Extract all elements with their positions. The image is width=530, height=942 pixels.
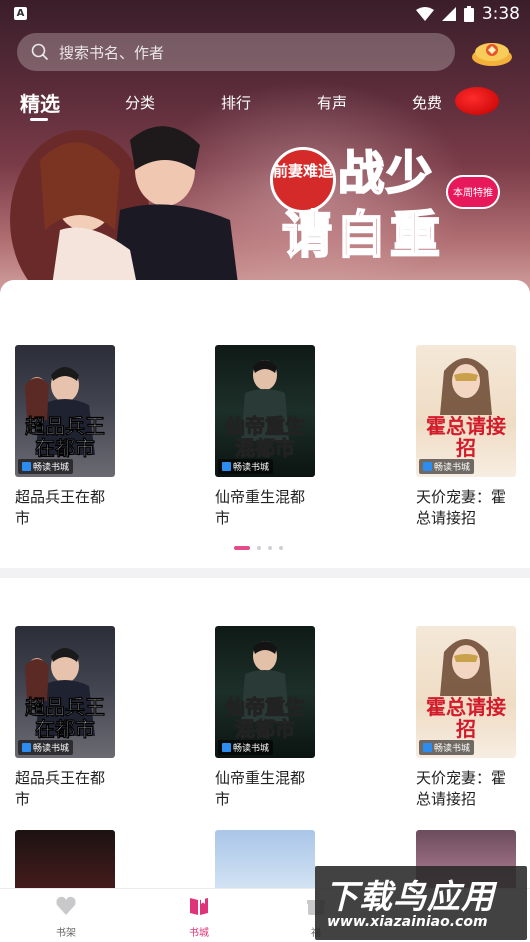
watermark-logo: 下载鸟应用 www.xiazainiao.com: [315, 866, 527, 940]
gift-coins-icon[interactable]: [470, 37, 514, 67]
search-input[interactable]: 搜索书名、作者: [17, 33, 455, 71]
search-placeholder: 搜索书名、作者: [59, 43, 165, 62]
heart-icon: [56, 896, 76, 915]
publisher-logo-icon: [22, 743, 31, 752]
cover-title: 超品兵王在都市: [25, 414, 106, 460]
book-cover[interactable]: 仙帝重生混都市 畅读书城: [215, 345, 315, 477]
publisher-badge: 畅读书城: [419, 459, 475, 474]
cover-title: 仙帝重生混都市: [225, 414, 306, 460]
tab-free[interactable]: 免费: [412, 92, 442, 113]
publisher-logo-icon: [423, 743, 432, 752]
tab-featured[interactable]: 精选: [20, 88, 60, 117]
book-title: 天价宠妻：霍总请接招: [416, 488, 507, 527]
cover-title: 仙帝重生混都市: [225, 695, 306, 741]
banner-couple-illustration: [10, 126, 240, 300]
nav-bookstore-label: 书城: [189, 928, 209, 939]
app-notification-icon: A: [14, 7, 27, 20]
publisher-badge: 畅读书城: [218, 740, 274, 755]
banner-title-line2: 请自重: [281, 204, 444, 265]
publisher-logo-icon: [222, 743, 231, 752]
publisher-logo-icon: [222, 462, 231, 471]
publisher-badge: 畅读书城: [218, 459, 274, 474]
book-title: 超品兵王在都市: [15, 769, 106, 808]
book-item[interactable]: 超品兵王在都市 畅读书城 超品兵王在都市: [15, 626, 115, 810]
carousel-dot-active[interactable]: [234, 546, 250, 550]
wifi-icon: [415, 7, 434, 21]
carousel-indicator: [234, 546, 283, 550]
search-icon: [31, 43, 49, 61]
tab-ranking[interactable]: 排行: [221, 92, 251, 113]
book-item[interactable]: 仙帝重生混都市 畅读书城 仙帝重生混都市: [215, 626, 315, 810]
cover-title: 霍总请接招: [426, 414, 506, 460]
banner-title-line1: 战少: [337, 145, 434, 201]
red-lantern-decoration: [455, 87, 499, 115]
book-icon: [190, 898, 208, 915]
tab-category[interactable]: 分类: [125, 92, 155, 113]
book-title: 仙帝重生混都市: [215, 488, 306, 527]
publisher-logo-icon: [423, 462, 432, 471]
book-item[interactable]: 霍总请接招 畅读书城 天价宠妻：霍总请接招: [416, 345, 516, 529]
publisher-badge: 畅读书城: [18, 459, 74, 474]
banner-heart-badge: 本周特推: [446, 175, 500, 209]
nav-bookshelf-label: 书架: [56, 928, 76, 939]
book-cover[interactable]: 超品兵王在都市 畅读书城: [15, 345, 115, 477]
cover-title: 霍总请接招: [426, 695, 506, 741]
category-tabs: 精选 分类 排行 有声 免费: [0, 88, 530, 128]
book-cover[interactable]: 超品兵王在都市 畅读书城: [15, 626, 115, 758]
book-cover[interactable]: 霍总请接招 畅读书城: [416, 345, 516, 477]
status-time: 3:38: [481, 4, 520, 24]
carousel-dot[interactable]: [268, 546, 272, 550]
publisher-logo-icon: [22, 462, 31, 471]
carousel-dot[interactable]: [279, 546, 283, 550]
book-title: 超品兵王在都市: [15, 488, 106, 527]
publisher-badge: 畅读书城: [419, 740, 475, 755]
tab-active-indicator: [30, 118, 48, 121]
nav-bookstore[interactable]: 书城: [169, 895, 229, 939]
banner-promo-title: 前妻难追 战少 请自重 本周特推: [270, 135, 500, 265]
book-cover[interactable]: 仙帝重生混都市 畅读书城: [215, 626, 315, 758]
book-cover[interactable]: 霍总请接招 畅读书城: [416, 626, 516, 758]
book-item[interactable]: 超品兵王在都市 畅读书城 超品兵王在都市: [15, 345, 115, 529]
book-item[interactable]: 仙帝重生混都市 畅读书城 仙帝重生混都市: [215, 345, 315, 529]
watermark-line1: 下载鸟应用: [325, 877, 495, 916]
publisher-badge: 畅读书城: [18, 740, 74, 755]
cover-title: 超品兵王在都市: [25, 695, 106, 741]
book-title: 仙帝重生混都市: [215, 769, 306, 808]
status-bar: A 3:38: [0, 0, 530, 28]
nav-bookshelf[interactable]: 书架: [36, 895, 96, 939]
tab-audio[interactable]: 有声: [317, 92, 347, 113]
book-title: 天价宠妻：霍总请接招: [416, 769, 507, 808]
signal-icon: [441, 7, 456, 21]
book-item[interactable]: 霍总请接招 畅读书城 天价宠妻：霍总请接招: [416, 626, 516, 810]
recommend-section-1: 超品兵王在都市 畅读书城 超品兵王在都市 仙帝重生混都市 畅读书城 仙帝重生混都…: [0, 280, 530, 568]
recommend-section-2: 超品兵王在都市 畅读书城 超品兵王在都市 仙帝重生混都市 畅读书城 仙帝重生混都…: [0, 578, 530, 942]
watermark-line2: www.xiazainiao.com: [327, 914, 488, 930]
carousel-dot[interactable]: [257, 546, 261, 550]
battery-icon: [463, 6, 474, 22]
